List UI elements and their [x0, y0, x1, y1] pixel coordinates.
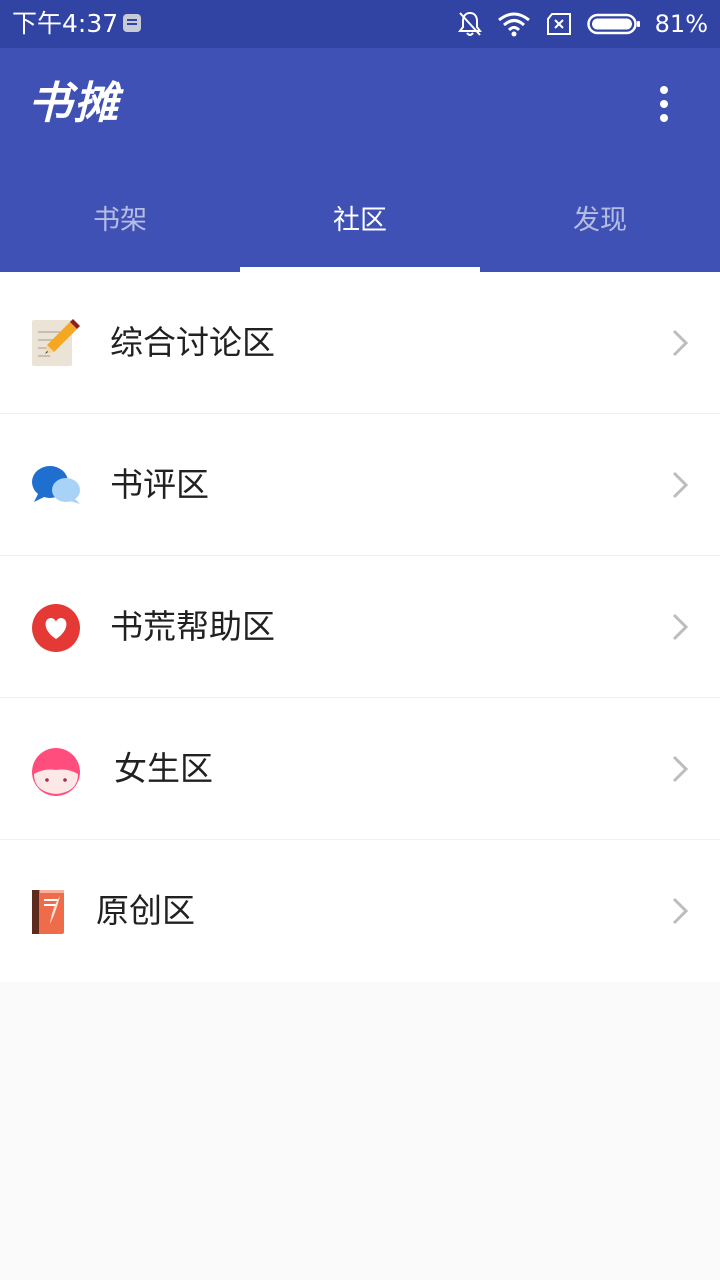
chevron-right-icon: [672, 755, 689, 783]
list-item-original-works[interactable]: 原创区: [0, 840, 720, 982]
girl-face-icon: [32, 748, 80, 796]
list-item-female-zone[interactable]: 女生区: [0, 698, 720, 840]
battery-icon: [586, 13, 640, 35]
tab-bookshelf[interactable]: 书架: [0, 168, 240, 272]
chevron-right-icon: [672, 471, 689, 499]
tab-community[interactable]: 社区: [240, 168, 480, 272]
list-item-book-reviews[interactable]: 书评区: [0, 414, 720, 556]
chevron-right-icon: [672, 613, 689, 641]
list-item-general-discussion[interactable]: 综合讨论区: [0, 272, 720, 414]
bell-off-icon: [457, 11, 482, 36]
chat-bubbles-icon: [32, 466, 80, 504]
status-time: 下午4:37: [12, 9, 119, 38]
chevron-right-icon: [672, 897, 689, 925]
app-bar: 书摊 书架 社区 发现: [0, 48, 720, 272]
book-quill-icon: [32, 890, 64, 934]
no-sim-icon: [546, 13, 571, 35]
list-item-label: 书荒帮助区: [110, 607, 275, 646]
app-title: 书摊: [28, 78, 120, 129]
chevron-right-icon: [672, 329, 689, 357]
tab-discover[interactable]: 发现: [480, 168, 720, 272]
list-item-label: 综合讨论区: [110, 323, 275, 362]
list-item-label: 原创区: [96, 891, 195, 930]
list-item-label: 书评区: [110, 465, 209, 504]
community-list: 综合讨论区 书评区 书荒帮助区 女生区 原创区: [0, 272, 720, 982]
message-icon: [123, 14, 141, 32]
list-item-book-help[interactable]: 书荒帮助区: [0, 556, 720, 698]
list-item-label: 女生区: [114, 749, 213, 788]
battery-percent: 81%: [654, 10, 708, 38]
status-bar: 下午4:37 81%: [0, 0, 720, 48]
wifi-icon: [497, 12, 530, 37]
more-vert-icon: [660, 86, 668, 94]
notepad-pencil-icon: [32, 319, 80, 366]
more-options-button[interactable]: [644, 82, 684, 126]
heart-circle-icon: [32, 604, 80, 652]
tab-bar: 书架 社区 发现: [0, 168, 720, 272]
